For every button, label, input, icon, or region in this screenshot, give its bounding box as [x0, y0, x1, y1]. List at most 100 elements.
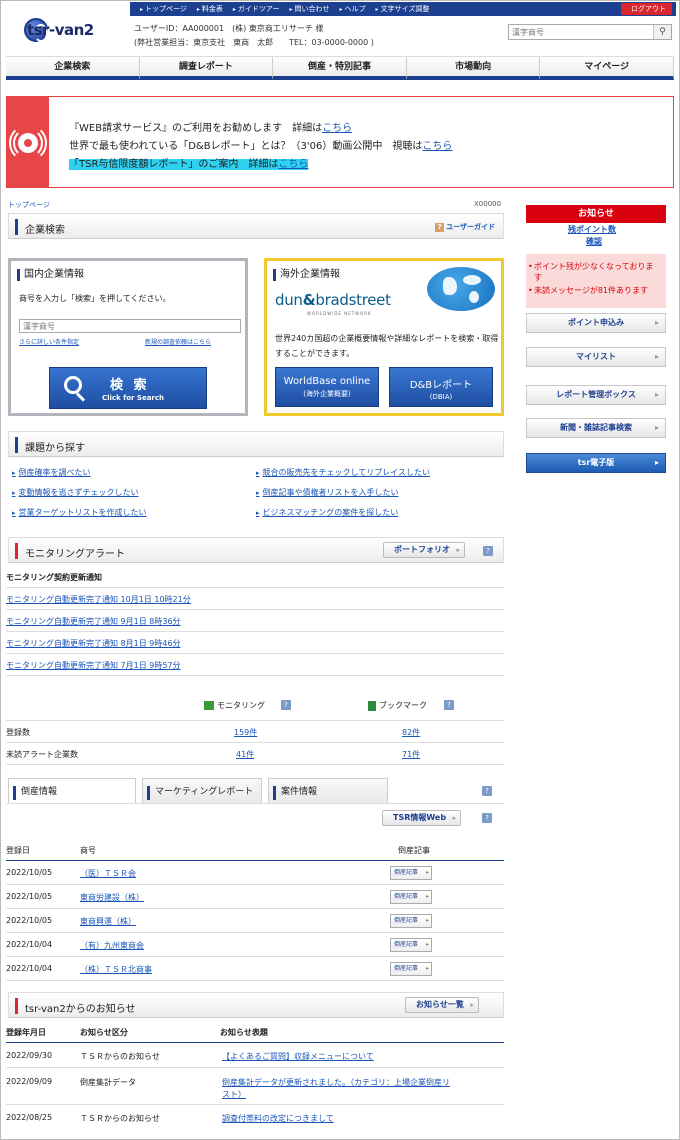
- user-guide-link[interactable]: ? ユーザーガイド: [435, 222, 495, 232]
- table-row-name[interactable]: 東商興運（株）: [80, 916, 136, 927]
- topic-link[interactable]: 倒産確率を調べたい: [12, 467, 91, 478]
- nav-link-guide-tour[interactable]: ガイドツアー: [233, 4, 280, 14]
- col-article: 倒産記事: [398, 846, 430, 855]
- logo[interactable]: tsr-van2: [24, 12, 124, 48]
- tsr-digital-button[interactable]: tsr電子版: [526, 453, 666, 473]
- company-search-header: 企業検索 ? ユーザーガイド: [8, 213, 504, 239]
- company-name-input[interactable]: [19, 319, 241, 333]
- nav-link-font-size[interactable]: 文字サイズ調整: [376, 4, 430, 14]
- news-header: tsr-van2からのお知らせ お知らせ一覧: [8, 992, 504, 1018]
- new-request-link[interactable]: 新規の調査依頼はこちら: [145, 337, 211, 346]
- header-search: ⚲: [508, 24, 672, 40]
- monitoring-notice[interactable]: モニタリング自動更新完了通知 7月1日 9時57分: [6, 660, 181, 671]
- logout-button[interactable]: ログアウト: [621, 3, 672, 15]
- help-icon[interactable]: ?: [482, 786, 492, 796]
- logo-text: tsr-van2: [27, 21, 94, 39]
- topics-header: 課題から探す: [8, 431, 504, 457]
- nav-link-top[interactable]: トップページ: [140, 4, 187, 14]
- unread-monitoring-count[interactable]: 41件: [236, 749, 254, 760]
- table-row-name[interactable]: 東商労建設（株）: [80, 892, 144, 903]
- article-button[interactable]: 倒産記事: [390, 914, 432, 928]
- main-nav-market[interactable]: 市場動向: [406, 57, 541, 80]
- topic-link[interactable]: 倒産記事や債権者リストを入手したい: [256, 487, 399, 498]
- main-nav-company-search[interactable]: 企業検索: [6, 57, 140, 80]
- bookmark-icon: [368, 700, 376, 711]
- domestic-search-panel: 国内企業情報 商号を入力し「検索」を押してください。 さらに詳しい条件指定 新規…: [8, 258, 248, 416]
- nav-link-contact[interactable]: 問い合わせ: [290, 4, 330, 14]
- dnb-report-button[interactable]: D&Bレポート (DBIA): [389, 367, 493, 407]
- nav-link-help[interactable]: ヘルプ: [340, 4, 366, 14]
- remaining-points-link[interactable]: 残ポイント数: [568, 224, 616, 235]
- article-button[interactable]: 倒産記事: [390, 890, 432, 904]
- press-search-button[interactable]: 新聞・雑誌記事検索: [526, 418, 666, 438]
- main-nav-reports[interactable]: 調査レポート: [139, 57, 274, 80]
- monitoring-notice[interactable]: モニタリング自動更新完了通知 9月1日 8時36分: [6, 616, 181, 627]
- header-search-input[interactable]: [509, 25, 653, 39]
- article-button[interactable]: 倒産記事: [390, 938, 432, 952]
- monitoring-notice[interactable]: モニタリング自動更新完了通知 8月1日 9時46分: [6, 638, 181, 649]
- news-title-link[interactable]: 倒産集計データが更新されました。（カテゴリ：上場企業倒産リ: [222, 1077, 450, 1088]
- point-apply-button[interactable]: ポイント申込み: [526, 313, 666, 333]
- col-name: 商号: [80, 846, 96, 855]
- banner-link-3[interactable]: こちら: [278, 159, 309, 170]
- help-icon[interactable]: ?: [483, 546, 493, 556]
- section-title: 企業検索: [25, 225, 65, 236]
- article-button[interactable]: 倒産記事: [390, 962, 432, 976]
- top-nav-bar: トップページ 料金表 ガイドツアー 問い合わせ ヘルプ 文字サイズ調整 ログアウ…: [130, 2, 676, 16]
- dnb-subtitle: WORLDWIDE NETWORK: [307, 311, 372, 316]
- overseas-desc: 世界240カ国超の企業概要情報や詳細なレポートを検索・取得することができます。: [275, 334, 499, 358]
- help-icon[interactable]: ?: [482, 813, 492, 823]
- article-button[interactable]: 倒産記事: [390, 866, 432, 880]
- confirm-link[interactable]: 確認: [586, 236, 602, 247]
- news-title-link[interactable]: 【よくあるご質問】収録メニューについて: [222, 1051, 374, 1062]
- table-row-date: 2022/10/05: [6, 916, 53, 925]
- table-row-date: 2022/10/05: [6, 868, 53, 877]
- advanced-search-link[interactable]: さらに詳しい条件指定: [19, 337, 79, 346]
- breadcrumb[interactable]: トップページ: [8, 200, 50, 210]
- tab-marketing[interactable]: マーケティングレポート: [142, 778, 262, 804]
- portfolio-button[interactable]: ポートフォリオ: [383, 542, 465, 558]
- news-list-button[interactable]: お知らせ一覧: [405, 997, 479, 1013]
- news-date: 2022/09/30: [6, 1051, 53, 1060]
- topic-link[interactable]: 競合の販売先をチェックしてリプレイスしたい: [256, 467, 431, 478]
- banner-link-2[interactable]: こちら: [422, 141, 452, 152]
- registered-bookmark-count[interactable]: 82件: [402, 727, 420, 738]
- table-row-name[interactable]: （医）ＴＳＲ会: [80, 868, 136, 879]
- tab-bankruptcy[interactable]: 倒産情報: [8, 778, 136, 804]
- unread-bookmark-count[interactable]: 71件: [402, 749, 420, 760]
- broadcast-icon: [7, 97, 49, 187]
- news-title-link-cont[interactable]: スト）: [222, 1089, 246, 1100]
- table-row-name[interactable]: （株）ＴＳＲ北商事: [80, 964, 152, 975]
- tab-projects[interactable]: 案件情報: [268, 778, 388, 804]
- topic-link[interactable]: ビジネスマッチングの案件を探したい: [256, 507, 399, 518]
- domestic-desc: 商号を入力し「検索」を押してください。: [19, 294, 171, 303]
- tsr-web-button[interactable]: TSR情報Web: [382, 810, 462, 826]
- help-icon[interactable]: ?: [444, 700, 454, 710]
- report-box-button[interactable]: レポート管理ボックス: [526, 385, 666, 405]
- alert-unread-messages[interactable]: 未読メッセージが81件あります: [528, 285, 659, 296]
- magnifier-icon[interactable]: ⚲: [653, 25, 671, 39]
- overseas-title: 海外企業情報: [273, 269, 340, 281]
- mylist-button[interactable]: マイリスト: [526, 347, 666, 367]
- main-nav-mypage[interactable]: マイページ: [540, 57, 674, 80]
- search-button[interactable]: 検 索 Click for Search: [49, 367, 207, 409]
- dnb-logo: dun&bradstreet: [275, 291, 391, 309]
- registered-monitoring-count[interactable]: 159件: [234, 727, 257, 738]
- worldbase-button[interactable]: WorldBase online (海外企業概要): [275, 367, 379, 407]
- help-icon[interactable]: ?: [281, 700, 291, 710]
- banner-link-1[interactable]: こちら: [322, 123, 352, 134]
- monitoring-subtitle: モニタリング契約更新通知: [6, 573, 102, 582]
- nav-link-pricing[interactable]: 料金表: [197, 4, 223, 14]
- topic-link[interactable]: 変動情報を逃さずチェックしたい: [12, 487, 139, 498]
- table-row-name[interactable]: （有）九州東商会: [80, 940, 144, 951]
- topic-link[interactable]: 営業ターゲットリストを作成したい: [12, 507, 147, 518]
- rss-icon: [204, 701, 214, 710]
- monitoring-notice[interactable]: モニタリング自動更新完了通知 10月1日 10時21分: [6, 594, 191, 605]
- news-category: 倒産集計データ: [80, 1078, 136, 1087]
- user-id-line: ユーザーID：AA000001 (株) 東京商工リサーチ 様: [134, 24, 324, 33]
- col-news-title: お知らせ表題: [220, 1028, 268, 1037]
- news-title-link[interactable]: 調査付帯料の改定につきまして: [222, 1113, 334, 1124]
- main-nav: 企業検索 調査レポート 倒産・特別記事 市場動向 マイページ: [6, 56, 674, 80]
- main-nav-bankruptcy[interactable]: 倒産・特別記事: [273, 57, 407, 80]
- section-title: モニタリングアラート: [25, 549, 125, 560]
